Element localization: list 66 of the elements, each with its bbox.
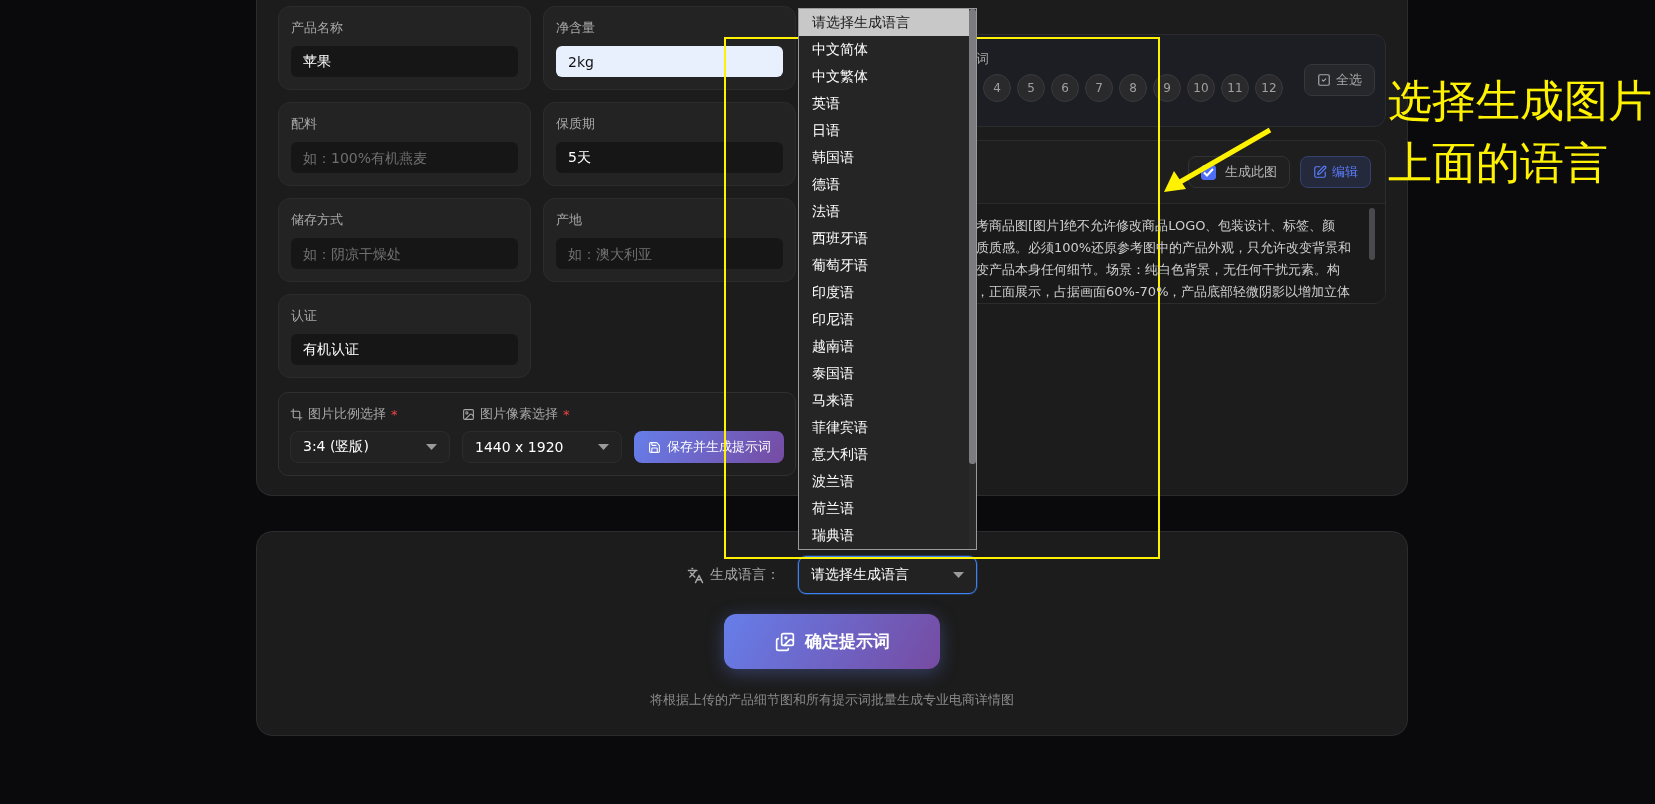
input-field[interactable]: 如：100%有机燕麦 (291, 142, 518, 173)
number-chip[interactable]: 11 (1221, 74, 1249, 102)
caption-text: 将根据上传的产品细节图和所有提示词批量生成专业电商详情图 (650, 691, 1014, 709)
language-option[interactable]: 德语 (799, 171, 969, 198)
language-option[interactable]: 马来语 (799, 387, 969, 414)
language-option[interactable]: 中文简体 (799, 36, 969, 63)
save-icon (647, 440, 661, 454)
image-icon (462, 407, 475, 421)
edit-icon (1313, 165, 1327, 179)
field-label: 保质期 (556, 115, 596, 133)
required-mark: * (391, 406, 398, 422)
field-label: 图片像素选择 (480, 405, 558, 423)
language-option[interactable]: 越南语 (799, 333, 969, 360)
scrollbar-thumb[interactable] (1369, 208, 1375, 260)
input-field[interactable]: 2kg (556, 46, 783, 77)
language-option[interactable]: 泰国语 (799, 360, 969, 387)
select-all-button[interactable]: 全选 (1304, 63, 1375, 96)
input-field[interactable]: 有机认证 (291, 334, 518, 365)
language-icon (687, 566, 704, 584)
scrollbar-thumb[interactable] (969, 9, 976, 464)
field-label: 净含量 (556, 19, 596, 37)
input-field[interactable]: 如：澳大利亚 (556, 238, 783, 269)
language-option[interactable]: 中文繁体 (799, 63, 969, 90)
images-icon (774, 631, 795, 652)
checkbox-icon (1317, 72, 1331, 87)
number-chip[interactable]: 7 (1085, 74, 1113, 102)
field-label: 生成语言： (710, 566, 780, 584)
language-select[interactable]: 请选择生成语言 (798, 556, 977, 594)
confirm-button[interactable]: 确定提示词 (724, 614, 940, 669)
resolution-select[interactable]: 1440 x 1920 (462, 431, 622, 463)
number-chip[interactable]: 6 (1051, 74, 1079, 102)
language-option[interactable]: 意大利语 (799, 441, 969, 468)
number-chip[interactable]: 10 (1187, 74, 1215, 102)
field-label: 产品名称 (291, 19, 344, 37)
annotation-text: 选择生成图片上面的语言 (1388, 74, 1653, 190)
caret-icon (953, 572, 964, 578)
number-chip[interactable]: 12 (1255, 74, 1283, 102)
crop-icon (290, 407, 303, 421)
field-label: 图片比例选择 (308, 405, 386, 423)
language-option[interactable]: 瑞典语 (799, 522, 969, 549)
language-option[interactable]: 韩国语 (799, 144, 969, 171)
language-option[interactable]: 菲律宾语 (799, 414, 969, 441)
number-chip[interactable]: 9 (1153, 74, 1181, 102)
section-title: 词 (976, 50, 990, 68)
field-label: 配料 (291, 115, 318, 133)
field-label: 认证 (291, 307, 318, 325)
caret-icon (426, 444, 437, 450)
number-chip[interactable]: 8 (1119, 74, 1147, 102)
field-label: 储存方式 (291, 211, 344, 229)
language-option[interactable]: 印尼语 (799, 306, 969, 333)
language-option[interactable]: 英语 (799, 90, 969, 117)
generate-toggle[interactable]: 生成此图 (1188, 156, 1290, 188)
input-field[interactable]: 5天 (556, 142, 783, 173)
number-chip[interactable]: 5 (1017, 74, 1045, 102)
input-field[interactable]: 如：阴凉干燥处 (291, 238, 518, 269)
number-chip[interactable]: 4 (983, 74, 1011, 102)
field-label: 产地 (556, 211, 583, 229)
language-option[interactable]: 荷兰语 (799, 495, 969, 522)
language-option[interactable]: 波兰语 (799, 468, 969, 495)
edit-button[interactable]: 编辑 (1300, 156, 1371, 188)
input-field[interactable]: 苹果 (291, 46, 518, 77)
ratio-select[interactable]: 3:4 (竖版) (290, 431, 450, 463)
language-option[interactable]: 请选择生成语言 (799, 9, 969, 36)
required-mark: * (563, 406, 570, 422)
caret-icon (598, 444, 609, 450)
language-option[interactable]: 日语 (799, 117, 969, 144)
